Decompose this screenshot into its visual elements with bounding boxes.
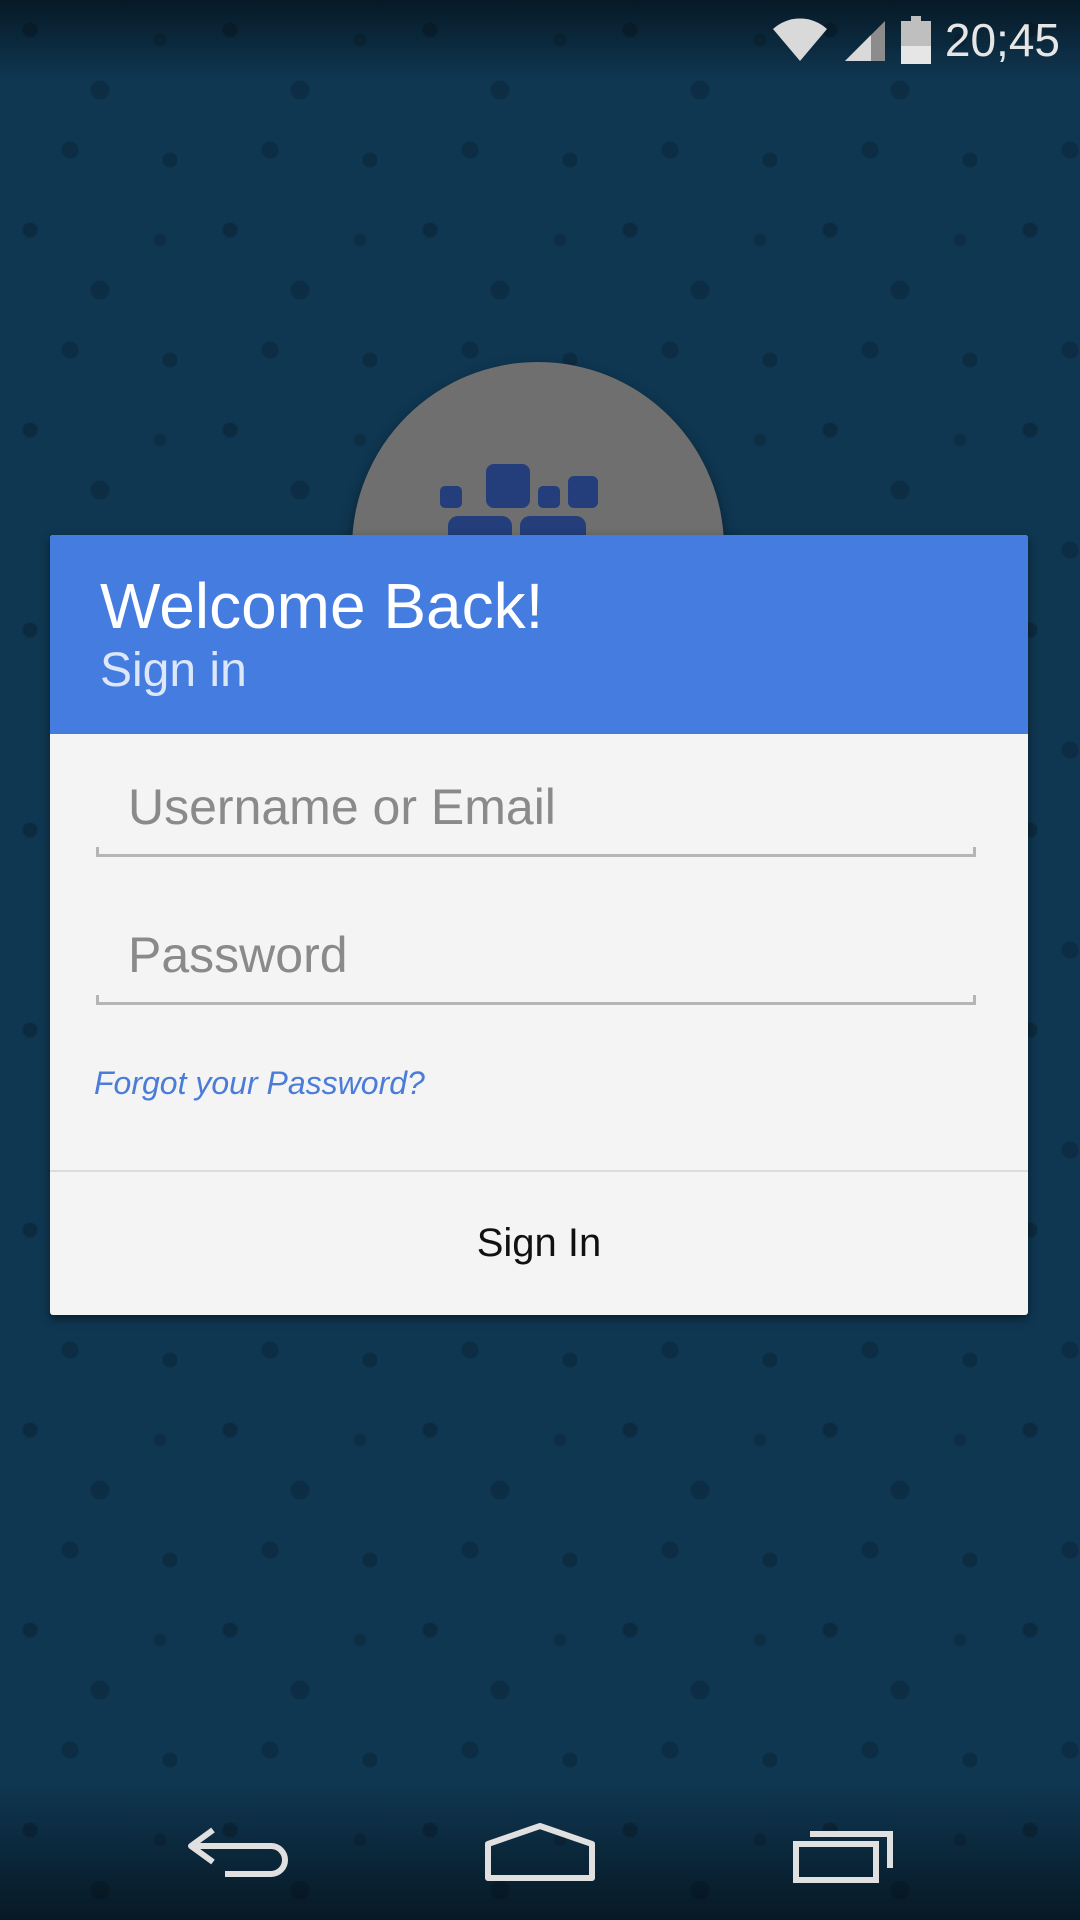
navigation-bar <box>0 1780 1080 1920</box>
back-icon <box>185 1822 295 1882</box>
password-field[interactable] <box>96 915 976 1005</box>
home-button[interactable] <box>475 1802 605 1902</box>
login-card: Welcome Back! Sign in Forgot your Passwo… <box>50 535 1028 1315</box>
card-header: Welcome Back! Sign in <box>50 535 1028 734</box>
wifi-icon <box>771 17 829 63</box>
status-bar: 20;45 <box>0 0 1080 80</box>
recent-apps-button[interactable] <box>780 1802 910 1902</box>
username-field[interactable] <box>96 767 976 857</box>
battery-icon <box>900 16 931 64</box>
card-subtitle: Sign in <box>100 644 247 697</box>
back-button[interactable] <box>175 1802 305 1902</box>
password-underline <box>96 995 976 1005</box>
recent-apps-icon <box>790 1820 900 1884</box>
status-time: 20;45 <box>944 14 1060 66</box>
password-input[interactable] <box>96 915 976 995</box>
cellular-signal-icon <box>843 17 887 63</box>
username-input[interactable] <box>96 767 976 847</box>
card-title: Welcome Back! <box>100 570 544 642</box>
sign-in-button[interactable]: Sign In <box>50 1172 1028 1315</box>
home-icon <box>480 1820 600 1884</box>
username-underline <box>96 847 976 857</box>
forgot-password-link[interactable]: Forgot your Password? <box>94 1065 425 1102</box>
